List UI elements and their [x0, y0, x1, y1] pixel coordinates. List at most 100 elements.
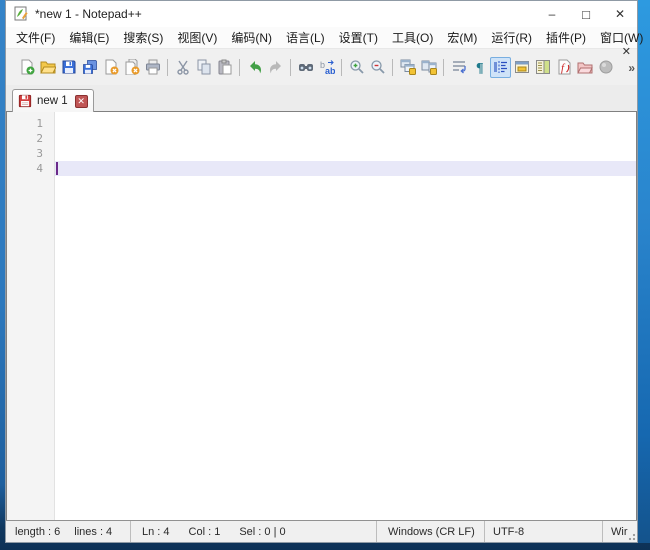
- find-button[interactable]: [295, 57, 316, 78]
- menu-item-edit[interactable]: 编辑(E): [62, 27, 116, 49]
- save-button[interactable]: [58, 57, 79, 78]
- close-file-button[interactable]: [100, 57, 121, 78]
- minimize-button[interactable]: –: [535, 1, 569, 27]
- zoom-out-icon: [370, 60, 385, 74]
- editor-pane: 1 2 3 4: [6, 111, 637, 520]
- new-file-icon: [21, 59, 34, 75]
- text-editing-area[interactable]: [55, 112, 636, 520]
- open-file-button[interactable]: [37, 57, 58, 78]
- svg-text:¶: ¶: [476, 61, 484, 75]
- editor-line-3: [55, 146, 636, 161]
- toolbar-overflow-chevron-icon[interactable]: »: [628, 61, 635, 75]
- close-all-button[interactable]: [121, 57, 142, 78]
- toolbar-separator: [443, 58, 444, 76]
- user-defined-dialog-icon: [514, 61, 529, 73]
- menu-item-tools[interactable]: 工具(O): [385, 27, 440, 49]
- menu-bar: 文件(F) 编辑(E) 搜索(S) 视图(V) 编码(N) 语言(L) 设置(T…: [6, 27, 643, 49]
- print-icon: [145, 59, 160, 75]
- svg-text:ab: ab: [325, 66, 335, 75]
- title-bar: *new 1 - Notepad++ – □ ✕: [6, 1, 637, 27]
- desktop-background: [637, 0, 650, 543]
- record-macro-button[interactable]: [595, 57, 616, 78]
- redo-button[interactable]: [265, 57, 286, 78]
- print-button[interactable]: [142, 57, 163, 78]
- copy-icon: [197, 59, 210, 75]
- menu-item-run[interactable]: 运行(R): [484, 27, 539, 49]
- new-file-button[interactable]: [16, 57, 37, 78]
- status-eol-label: Windows (CR LF): [388, 525, 475, 538]
- status-cursor-position: Ln : 4 Col : 1 Sel : 0 | 0: [130, 521, 376, 542]
- resize-grip[interactable]: [627, 532, 636, 541]
- redo-icon: [269, 61, 281, 74]
- function-list-button[interactable]: f: [553, 57, 574, 78]
- paste-button[interactable]: [214, 57, 235, 78]
- menu-item-search[interactable]: 搜索(S): [116, 27, 170, 49]
- user-defined-dialog-button[interactable]: [511, 57, 532, 78]
- zoom-out-button[interactable]: [367, 57, 388, 78]
- menu-item-plugins[interactable]: 插件(P): [539, 27, 593, 49]
- close-button[interactable]: ✕: [603, 1, 637, 27]
- menu-item-macro[interactable]: 宏(M): [440, 27, 484, 49]
- editor-line-2: [55, 131, 636, 146]
- line-number: 1: [36, 117, 43, 130]
- line-number: 3: [36, 147, 43, 160]
- undo-icon: [249, 61, 261, 74]
- maximize-button[interactable]: □: [569, 1, 603, 27]
- toolbar-separator: [392, 58, 393, 76]
- folder-as-workspace-icon: [576, 62, 593, 74]
- status-eol-format: Windows (CR LF): [376, 521, 484, 542]
- undo-button[interactable]: [244, 57, 265, 78]
- close-document-icon[interactable]: ✕: [622, 46, 631, 58]
- find-icon: [298, 64, 313, 71]
- status-mode-label: Wir: [611, 525, 628, 538]
- document-map-button[interactable]: [532, 57, 553, 78]
- notepad-plus-plus-app-icon: [14, 6, 28, 21]
- show-all-characters-button[interactable]: ¶: [469, 57, 490, 78]
- line-number: 4: [36, 162, 43, 175]
- paste-icon: [218, 59, 231, 75]
- copy-button[interactable]: [193, 57, 214, 78]
- status-lines: lines : 4: [74, 525, 113, 538]
- unsaved-floppy-icon: [18, 94, 32, 108]
- document-map-icon: [535, 60, 550, 74]
- menu-item-settings[interactable]: 设置(T): [332, 27, 385, 49]
- show-indent-guide-button[interactable]: [490, 56, 511, 78]
- menu-item-file[interactable]: 文件(F): [9, 27, 62, 49]
- show-all-characters-icon: ¶: [476, 61, 484, 75]
- sync-vertical-scroll-icon: [400, 59, 416, 75]
- replace-button[interactable]: b ab: [316, 57, 337, 78]
- status-bar: length : 6 lines : 4 Ln : 4 Col : 1 Sel …: [6, 520, 637, 542]
- cut-icon: [176, 60, 189, 75]
- editor-line-4-current: [55, 161, 636, 176]
- status-encoding-label: UTF-8: [493, 525, 525, 538]
- zoom-in-button[interactable]: [346, 57, 367, 78]
- menu-item-encoding[interactable]: 编码(N): [224, 27, 279, 49]
- toolbar-separator: [341, 58, 342, 76]
- save-all-button[interactable]: [79, 57, 100, 78]
- toolbar-separator: [239, 58, 240, 76]
- tab-close-icon[interactable]: ✕: [74, 94, 88, 108]
- toolbar-separator: [167, 58, 168, 76]
- show-indent-guide-icon: [493, 61, 507, 73]
- record-macro-icon: [599, 60, 612, 74]
- zoom-in-icon: [349, 60, 364, 74]
- menu-item-view[interactable]: 视图(V): [170, 27, 224, 49]
- save-all-icon: [82, 60, 97, 74]
- open-file-icon: [39, 61, 56, 74]
- sync-vertical-scroll-button[interactable]: [397, 57, 418, 78]
- toolbar: b ab ¶ f ✕ »: [6, 46, 637, 85]
- close-all-icon: [125, 59, 139, 75]
- text-cursor: [56, 161, 58, 175]
- sync-horizontal-scroll-button[interactable]: [418, 57, 439, 78]
- toolbar-separator: [290, 58, 291, 76]
- status-column: Col : 1: [188, 525, 221, 538]
- line-number-gutter: 1 2 3 4: [7, 112, 55, 520]
- folder-as-workspace-button[interactable]: [574, 57, 595, 78]
- tab-bar: new 1 ✕: [6, 85, 637, 112]
- cut-button[interactable]: [172, 57, 193, 78]
- status-selection: Sel : 0 | 0: [239, 525, 286, 538]
- word-wrap-button[interactable]: [448, 57, 469, 78]
- tab-new-1[interactable]: new 1 ✕: [12, 89, 94, 112]
- menu-item-language[interactable]: 语言(L): [279, 27, 332, 49]
- notepad-plus-plus-window: *new 1 - Notepad++ – □ ✕ 文件(F) 编辑(E) 搜索(…: [5, 0, 643, 543]
